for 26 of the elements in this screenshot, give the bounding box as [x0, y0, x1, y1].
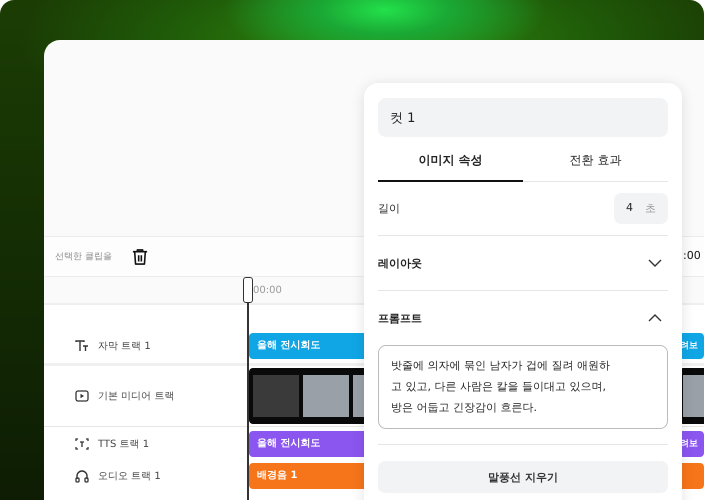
time-label: :00	[683, 249, 701, 262]
clear-button[interactable]: 말풍선 지우기	[378, 461, 668, 493]
tab[interactable]: 전환 효과	[523, 140, 668, 182]
track-name: 기본 미디어 트랙	[98, 390, 174, 403]
time-label: 00:00	[253, 285, 282, 296]
field-label: 길이	[378, 201, 400, 216]
prompt-field[interactable]: 밧줄에 의자에 묶인 남자가 겁에 질려 애원하고 있고, 다른 사람은 칼을 들이대고 있으며, 방은 어둡고 긴장감이 흐른다.	[378, 345, 668, 429]
section-title: 프롬프트	[378, 310, 422, 326]
playhead[interactable]	[243, 277, 253, 500]
chevron-down-icon[interactable]	[648, 259, 662, 267]
track-name: TTS 트랙 1	[98, 438, 150, 450]
unit-label: 초	[645, 201, 656, 216]
selection-label: 선택한 클립을	[55, 251, 112, 263]
tab[interactable]: 이미지 속성	[378, 140, 523, 182]
duration-field[interactable]: 4 초	[614, 193, 668, 224]
track-name: 오디오 트랙 1	[98, 470, 161, 483]
headphones-icon	[75, 470, 89, 482]
trash-icon[interactable]	[132, 248, 148, 266]
chevron-up-icon[interactable]	[648, 314, 662, 322]
voice-icon	[75, 438, 89, 450]
track-name: 자막 트랙 1	[98, 340, 151, 353]
name-field[interactable]: 컷 1	[378, 98, 668, 137]
duration-value: 4	[626, 201, 633, 216]
section-title: 레이아웃	[378, 256, 422, 270]
play-icon	[75, 390, 89, 402]
text-icon	[75, 340, 89, 352]
